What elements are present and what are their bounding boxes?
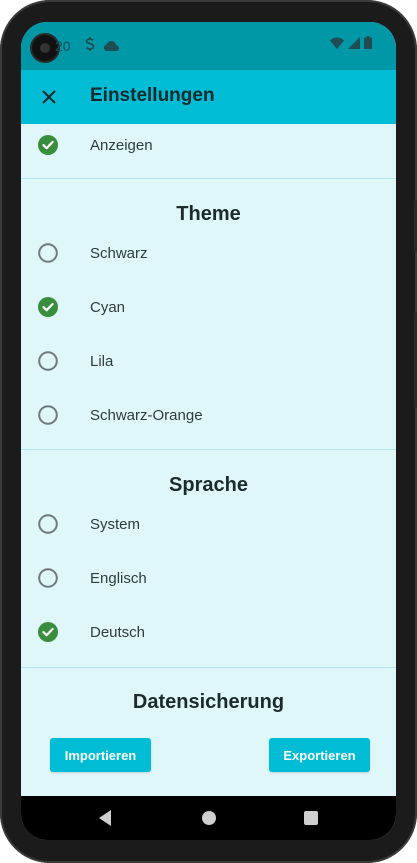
radio-unchecked-icon — [38, 568, 58, 588]
status-time: 20 — [55, 38, 71, 54]
radio-unchecked-icon — [38, 514, 58, 534]
back-icon[interactable] — [99, 810, 111, 826]
recents-icon[interactable] — [304, 811, 318, 825]
status-icons — [330, 36, 372, 54]
status-bar: 20 — [21, 22, 396, 70]
option-label: Lila — [90, 352, 114, 370]
navigation-bar — [21, 796, 396, 840]
checked-icon — [38, 622, 58, 642]
divider — [21, 449, 396, 450]
option-label: Cyan — [90, 298, 126, 316]
close-button[interactable] — [35, 83, 63, 111]
wifi-icon — [330, 36, 344, 54]
option-anzeigen[interactable]: Anzeigen — [21, 124, 396, 172]
option-label: Deutsch — [90, 623, 146, 641]
battery-icon — [364, 36, 372, 54]
section-title-theme: Theme — [176, 203, 241, 225]
checked-icon — [38, 297, 58, 317]
option-label: Schwarz — [90, 244, 148, 262]
option-label: Anzeigen — [90, 136, 153, 154]
language-option-deutsch[interactable]: Deutsch — [21, 605, 396, 659]
radio-unchecked-icon — [38, 243, 58, 263]
section-title-datensicherung: Datensicherung — [132, 691, 285, 713]
theme-option-cyan[interactable]: Cyan — [21, 280, 396, 334]
option-label: System — [90, 515, 141, 533]
app-bar: Einstellungen — [21, 70, 396, 124]
settings-content: Anzeigen Theme Schwarz Cyan Lila Schwarz… — [21, 124, 396, 796]
page-title: Einstellungen — [90, 85, 215, 106]
radio-unchecked-icon — [38, 405, 58, 425]
theme-option-schwarz[interactable]: Schwarz — [21, 226, 396, 280]
import-button[interactable]: Importieren — [50, 738, 151, 772]
option-label: Schwarz-Orange — [90, 406, 203, 424]
export-button[interactable]: Exportieren — [269, 738, 370, 772]
language-option-englisch[interactable]: Englisch — [21, 551, 396, 605]
screen: 20 Einstellungen Anzeigen Theme Schwarz … — [21, 22, 396, 840]
section-title-sprache: Sprache — [169, 474, 248, 496]
checked-icon — [38, 135, 58, 155]
radio-unchecked-icon — [38, 351, 58, 371]
theme-option-schwarz-orange[interactable]: Schwarz-Orange — [21, 388, 396, 442]
language-option-system[interactable]: System — [21, 497, 396, 551]
signal-icon — [348, 36, 360, 54]
theme-option-lila[interactable]: Lila — [21, 334, 396, 388]
close-icon — [42, 90, 56, 104]
divider — [21, 667, 396, 668]
divider — [21, 178, 396, 179]
option-label: Englisch — [90, 569, 147, 587]
cloud-icon — [104, 39, 119, 54]
sync-icon — [84, 37, 96, 54]
home-icon[interactable] — [202, 811, 216, 825]
phone-frame: 20 Einstellungen Anzeigen Theme Schwarz … — [0, 0, 417, 863]
